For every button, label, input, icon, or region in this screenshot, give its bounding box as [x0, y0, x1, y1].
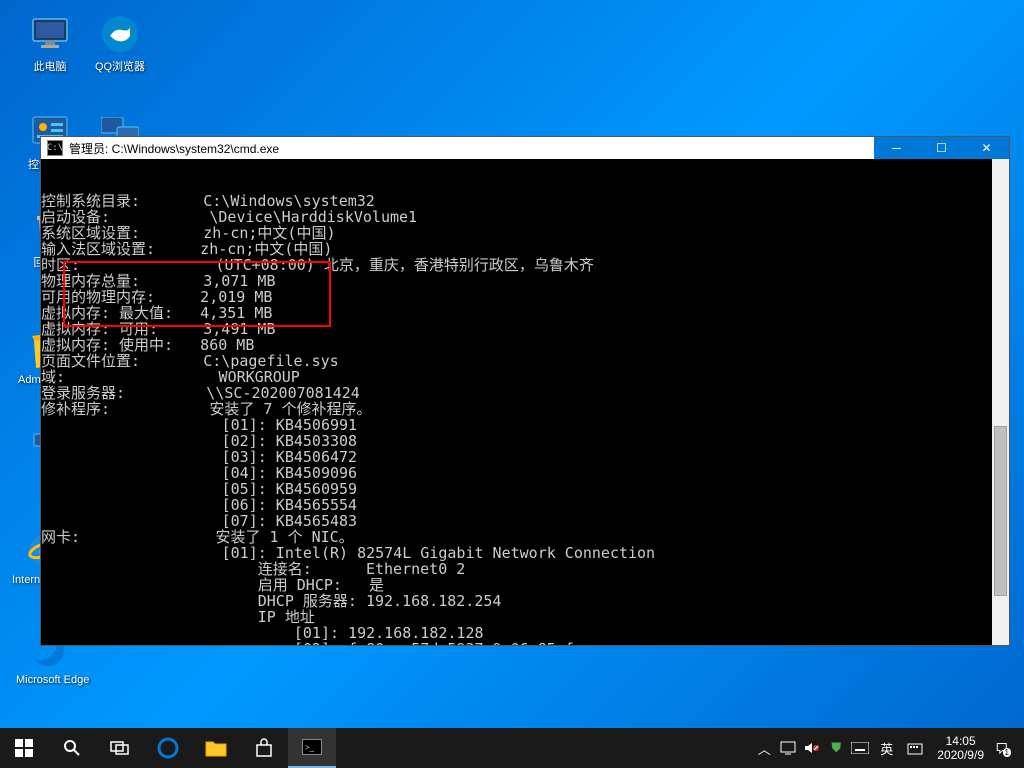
volume-tray-icon[interactable]	[802, 738, 822, 758]
folder-icon	[205, 739, 227, 757]
cmd-text: 控制系统目录: C:\Windows\system32 启动设备: \Devic…	[41, 193, 1009, 645]
icon-label: QQ浏览器	[88, 58, 152, 74]
ime-mode-icon[interactable]	[905, 738, 925, 758]
taskview-icon	[110, 741, 130, 755]
keyboard-tray-icon[interactable]	[850, 738, 870, 758]
edge-icon	[157, 737, 179, 759]
minimize-button[interactable]: ─	[874, 137, 919, 159]
icon-label: 此电脑	[18, 58, 82, 74]
security-tray-icon[interactable]: ⛊	[826, 738, 846, 758]
cmd-taskbar-icon: >_	[302, 739, 322, 755]
close-button[interactable]: ✕	[964, 137, 1009, 159]
scrollbar[interactable]	[992, 159, 1009, 645]
clock-time: 14:05	[937, 734, 984, 748]
search-icon	[63, 739, 81, 757]
this-pc-icon	[30, 14, 70, 54]
network-tray-icon[interactable]	[778, 738, 798, 758]
clock[interactable]: 14:05 2020/9/9	[929, 734, 992, 762]
store-icon	[254, 738, 274, 758]
taskbar: >_ ︿ ⛊ 英 14:05 2020/9/9 1	[0, 728, 1024, 768]
maximize-button[interactable]: ☐	[919, 137, 964, 159]
window-title: 管理员: C:\Windows\system32\cmd.exe	[69, 140, 874, 157]
desktop-icon-qq-browser[interactable]: QQ浏览器	[88, 14, 152, 74]
cmd-window: C:\ 管理员: C:\Windows\system32\cmd.exe ─ ☐…	[40, 136, 1010, 646]
cmd-taskbar-button[interactable]: >_	[288, 728, 336, 768]
ime-indicator[interactable]: 英	[874, 739, 901, 758]
start-button[interactable]	[0, 728, 48, 768]
edge-taskbar-button[interactable]	[144, 728, 192, 768]
desktop-icon-this-pc[interactable]: 此电脑	[18, 14, 82, 74]
system-tray: ︿ ⛊ 英 14:05 2020/9/9 1	[746, 734, 1024, 762]
cmd-output[interactable]: 控制系统目录: C:\Windows\system32 启动设备: \Devic…	[41, 159, 1009, 645]
qq-browser-icon	[100, 14, 140, 54]
clock-date: 2020/9/9	[937, 748, 984, 762]
explorer-taskbar-button[interactable]	[192, 728, 240, 768]
titlebar[interactable]: C:\ 管理员: C:\Windows\system32\cmd.exe ─ ☐…	[41, 137, 1009, 159]
store-taskbar-button[interactable]	[240, 728, 288, 768]
windows-icon	[15, 739, 33, 757]
search-button[interactable]	[48, 728, 96, 768]
tray-chevron-icon[interactable]: ︿	[754, 738, 774, 758]
taskview-button[interactable]	[96, 728, 144, 768]
cmd-icon: C:\	[47, 140, 63, 156]
notifications-icon[interactable]: 1	[996, 738, 1016, 758]
scrollbar-thumb[interactable]	[994, 426, 1007, 596]
icon-label: Microsoft Edge	[16, 674, 80, 686]
